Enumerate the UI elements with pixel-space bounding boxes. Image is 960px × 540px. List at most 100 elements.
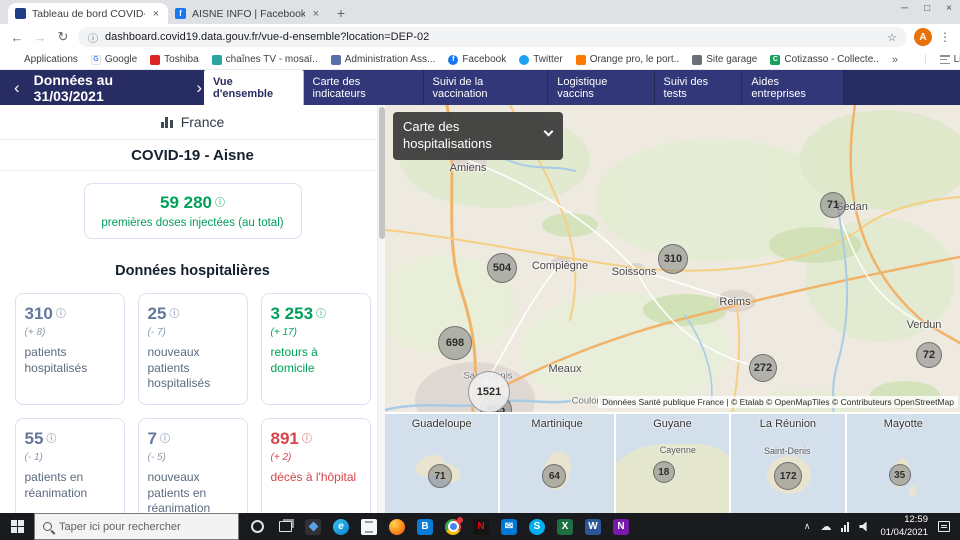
taskbar-clock[interactable]: 12:59 01/04/2021 xyxy=(880,514,928,539)
info-icon[interactable]: ⓘ xyxy=(56,309,66,320)
inset-bubble[interactable]: 172 xyxy=(774,462,802,490)
map-bubble[interactable]: 71 xyxy=(820,192,846,218)
location-selector[interactable]: France xyxy=(0,105,385,140)
panel-scrollbar[interactable] xyxy=(377,105,385,513)
orange-favicon xyxy=(576,55,586,65)
task-view-icon[interactable] xyxy=(271,513,299,540)
new-tab-button[interactable]: + xyxy=(328,5,354,24)
inset-bubble[interactable]: 71 xyxy=(428,464,452,488)
bookmark-administration[interactable]: Administration Ass... xyxy=(331,54,436,65)
photos-icon[interactable] xyxy=(299,513,327,540)
inset-mayotte[interactable]: Mayotte 35 xyxy=(847,414,960,513)
nav-suivi-vaccination[interactable]: Suivi de la vaccination xyxy=(424,70,549,106)
stats-panel: France COVID-19 - Aisne 59 280ⓘ première… xyxy=(0,105,385,513)
tab-covid-dashboard[interactable]: Tableau de bord COVID-19 Suivi × xyxy=(8,3,168,24)
edge-icon[interactable]: e xyxy=(327,513,355,540)
inset-guyane[interactable]: Guyane Cayenne 18 xyxy=(616,414,729,513)
info-icon[interactable]: ⓘ xyxy=(215,198,225,209)
tab-close-icon[interactable]: × xyxy=(151,8,161,20)
calculator-icon[interactable] xyxy=(355,513,383,540)
notification-badge xyxy=(457,517,463,523)
map-bubble[interactable]: 504 xyxy=(487,253,517,283)
info-icon[interactable]: ⓘ xyxy=(316,309,326,320)
twitter-favicon xyxy=(519,55,529,65)
map-bubble[interactable]: 272 xyxy=(749,354,777,382)
nav-suivi-tests[interactable]: Suivi des tests xyxy=(655,70,743,106)
bookmarks-overflow-icon[interactable]: » xyxy=(892,54,898,66)
netflix-icon[interactable]: N xyxy=(467,513,495,540)
reading-list-button[interactable]: Liste de lecture xyxy=(940,54,960,65)
close-button[interactable]: × xyxy=(946,3,952,14)
nav-aides-entreprises[interactable]: Aides entreprises xyxy=(742,70,844,106)
bookmark-google[interactable]: GGoogle xyxy=(91,54,137,65)
bing-icon[interactable]: B xyxy=(411,513,439,540)
inset-bubble[interactable]: 64 xyxy=(542,464,566,488)
taskbar-search[interactable]: Taper ici pour rechercher xyxy=(34,513,239,540)
map-bubble[interactable]: 698 xyxy=(438,326,472,360)
bookmarks-bar: Applications GGoogle Toshiba chaînes TV … xyxy=(0,50,960,70)
inset-martinique[interactable]: Martinique 64 xyxy=(500,414,613,513)
chrome-icon[interactable] xyxy=(439,513,467,540)
inset-bubble[interactable]: 18 xyxy=(653,461,675,483)
map-bubble[interactable]: 310 xyxy=(658,244,688,274)
google-favicon: G xyxy=(91,55,101,65)
facebook-favicon: f xyxy=(175,8,186,19)
start-button[interactable] xyxy=(0,513,34,540)
browser-menu-icon[interactable]: ⋮ xyxy=(939,30,951,44)
bookmark-twitter[interactable]: Twitter xyxy=(519,54,562,65)
cortana-icon[interactable] xyxy=(243,513,271,540)
nav-logistique-vaccins[interactable]: Logistique vaccins xyxy=(548,70,654,106)
nav-carte-indicateurs[interactable]: Carte des indicateurs xyxy=(304,70,424,106)
inset-bubble[interactable]: 35 xyxy=(889,464,911,486)
maximize-button[interactable]: □ xyxy=(924,3,930,14)
onedrive-icon[interactable]: ☁ xyxy=(820,520,831,533)
nav-vue-densemble[interactable]: Vue d'ensemble xyxy=(204,70,304,106)
tab-close-icon[interactable]: × xyxy=(311,8,321,20)
previous-date-icon[interactable]: ‹ xyxy=(12,79,22,96)
bookmark-chaines-tv[interactable]: chaînes TV - mosaï.. xyxy=(212,54,318,65)
refresh-icon[interactable]: ↻ xyxy=(55,29,71,45)
inset-city-cayenne: Cayenne xyxy=(660,445,696,455)
info-icon[interactable]: ⓘ xyxy=(302,434,312,445)
info-icon[interactable]: ⓘ xyxy=(160,434,170,445)
forward-icon[interactable]: → xyxy=(32,30,48,45)
apps-grid-icon xyxy=(10,55,20,65)
mail-icon[interactable]: ✉ xyxy=(495,513,523,540)
onenote-icon[interactable]: N xyxy=(607,513,635,540)
network-icon[interactable] xyxy=(841,522,849,532)
volume-icon[interactable] xyxy=(859,522,870,532)
notification-center-icon[interactable] xyxy=(938,521,950,532)
skype-icon[interactable]: S xyxy=(523,513,551,540)
inset-guadeloupe[interactable]: Guadeloupe 71 xyxy=(385,414,498,513)
url-field[interactable]: ⓘ dashboard.covid19.data.gouv.fr/vue-d-e… xyxy=(78,27,907,47)
map-attribution[interactable]: Données Santé publique France | © Etalab… xyxy=(598,396,958,408)
map-bubble[interactable]: 1521 xyxy=(468,371,510,413)
overseas-insets: Guadeloupe 71 Martinique 64 Guyane Cayen… xyxy=(385,412,960,513)
site-info-icon[interactable]: ⓘ xyxy=(88,30,98,45)
excel-icon[interactable]: X xyxy=(551,513,579,540)
stat-card-retours-domicile: 3 253ⓘ (+ 17) retours à domicile xyxy=(261,293,371,405)
info-icon[interactable]: ⓘ xyxy=(169,309,179,320)
city-label-compiegne: Compiègne xyxy=(532,260,588,272)
stat-card-deces: 891ⓘ (+ 2) décès à l'hôpital xyxy=(261,418,371,513)
bookmark-orange[interactable]: Orange pro, le port.. xyxy=(576,54,680,65)
word-icon[interactable]: W xyxy=(579,513,607,540)
info-icon[interactable]: ⓘ xyxy=(46,434,56,445)
bookmark-star-icon[interactable]: ☆ xyxy=(887,31,897,44)
inset-la-reunion[interactable]: La Réunion Saint-Denis 172 xyxy=(731,414,844,513)
next-date-icon[interactable]: › xyxy=(194,79,204,96)
cotizasso-favicon: C xyxy=(770,55,780,65)
bookmark-site-garage[interactable]: Site garage xyxy=(692,54,757,65)
map-bubble[interactable]: 72 xyxy=(916,342,942,368)
back-icon[interactable]: ← xyxy=(9,30,25,45)
map-layer-dropdown[interactable]: Carte des hospitalisations xyxy=(393,112,563,160)
bookmark-applications[interactable]: Applications xyxy=(10,54,78,65)
bookmark-toshiba[interactable]: Toshiba xyxy=(150,54,198,65)
profile-avatar[interactable]: A xyxy=(914,28,932,46)
bookmark-cotizasso[interactable]: CCotizasso - Collecte.. xyxy=(770,54,878,65)
tab-facebook[interactable]: f AISNE INFO | Facebook × xyxy=(168,3,328,24)
bookmark-facebook[interactable]: fFacebook xyxy=(448,54,506,65)
tray-expand-icon[interactable]: ∧ xyxy=(804,521,811,532)
firefox-icon[interactable] xyxy=(383,513,411,540)
minimize-button[interactable]: ─ xyxy=(901,3,908,14)
